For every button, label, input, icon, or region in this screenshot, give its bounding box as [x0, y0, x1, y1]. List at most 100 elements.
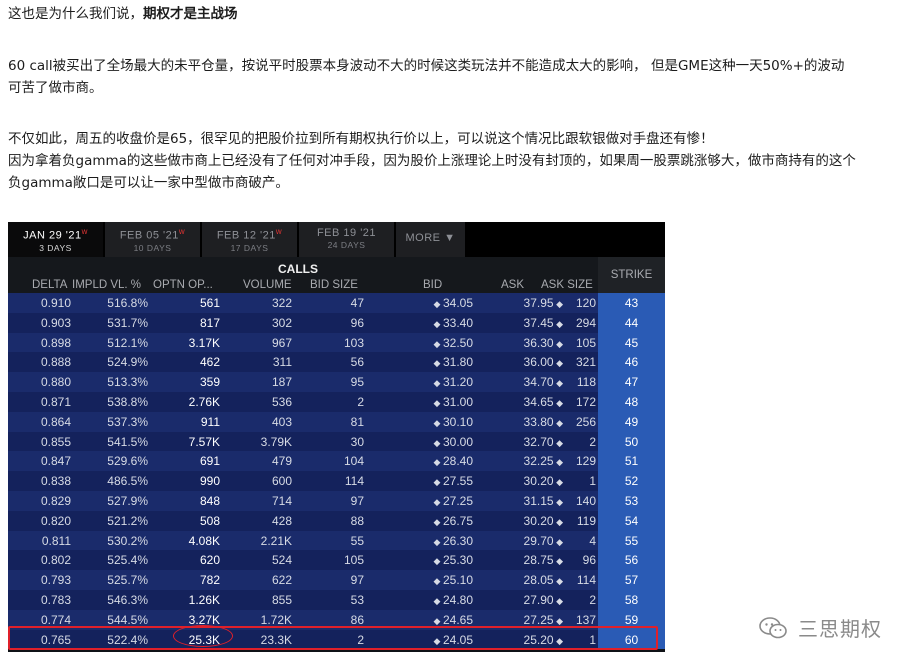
- cell-impl-vol: 516.8%: [107, 296, 148, 310]
- table-row[interactable]: 0.829 527.9% 848 714 97 ◆ 27.25 31.15 ◆ 140 53: [8, 491, 665, 511]
- cell-strike: 48: [598, 392, 665, 412]
- header-strike[interactable]: STRIKE: [598, 269, 665, 281]
- bid-diamond-icon: ◆: [433, 318, 443, 329]
- header-bid-size[interactable]: BID SIZE: [310, 279, 358, 291]
- header-bid[interactable]: BID: [423, 279, 442, 291]
- cell-volume: 855: [271, 593, 292, 607]
- cell-bid: ◆ 27.55: [388, 474, 473, 488]
- table-row[interactable]: 0.888 524.9% 462 311 56 ◆ 31.80 36.00 ◆ 321 46: [8, 352, 665, 373]
- tab-days: 10 DAYS: [133, 242, 172, 253]
- cell-bid: ◆ 31.80: [388, 355, 473, 369]
- table-row[interactable]: 0.838 486.5% 990 600 114 ◆ 27.55 30.20 ◆ 1 52: [8, 471, 665, 491]
- tab-jan-29[interactable]: JAN 29 '21w 3 DAYS: [8, 222, 104, 257]
- cell-open-interest: 1.26K: [188, 593, 220, 607]
- cell-bid: ◆ 27.25: [388, 494, 473, 508]
- cell-ask-size: 2: [589, 434, 596, 449]
- cell-volume: 3.79K: [260, 434, 292, 449]
- cell-delta: 0.838: [40, 474, 71, 489]
- bid-value: 32.50: [442, 335, 473, 350]
- cell-open-interest: 508: [199, 513, 220, 528]
- cell-bid-size: 105: [343, 553, 364, 568]
- cell-delta: 0.898: [40, 335, 71, 350]
- cell-volume: 311: [272, 355, 292, 370]
- bid-value: 27.25: [442, 494, 473, 508]
- table-row[interactable]: 0.783 546.3% 1.26K 855 53 ◆ 24.80 27.90 ◆ 2 58: [8, 590, 665, 610]
- cell-bid: ◆ 32.50: [388, 336, 473, 350]
- tab-feb-05[interactable]: FEB 05 '21w 10 DAYS: [105, 222, 201, 257]
- cell-delta: 0.910: [40, 296, 71, 310]
- table-header: CALLS DELTA IMPLD VL. % OPTN OP... VOLUM…: [8, 257, 665, 293]
- cell-bid: ◆ 25.10: [388, 573, 473, 587]
- cell-ask-size: 129: [575, 454, 596, 469]
- bid-diamond-icon: ◆: [433, 437, 443, 448]
- bid-value: 28.40: [442, 454, 473, 469]
- cell-impl-vol: 537.3%: [107, 414, 148, 429]
- tab-feb-12[interactable]: FEB 12 '21w 17 DAYS: [202, 222, 298, 257]
- cell-impl-vol: 541.5%: [107, 434, 148, 449]
- cell-strike: 46: [598, 352, 665, 373]
- table-row[interactable]: 0.820 521.2% 508 428 88 ◆ 26.75 30.20 ◆ 119 54: [8, 510, 665, 531]
- cell-impl-vol: 531.7%: [107, 315, 148, 330]
- cell-volume: 302: [271, 315, 292, 330]
- cell-impl-vol: 512.1%: [107, 335, 148, 350]
- tab-date: JAN 29 '21: [23, 229, 82, 242]
- highlight-circle-open-interest: [173, 625, 233, 647]
- cell-bid-size: 97: [350, 494, 364, 508]
- cell-volume: 714: [271, 494, 292, 508]
- cell-bid-size: 47: [350, 296, 364, 310]
- cell-volume: 2.21K: [260, 533, 292, 548]
- table-row[interactable]: 0.903 531.7% 817 302 96 ◆ 33.40 37.45 ◆ 294 44: [8, 312, 665, 333]
- table-row[interactable]: 0.910 516.8% 561 322 47 ◆ 34.05 37.95 ◆ 120 43: [8, 293, 665, 313]
- bid-value: 30.00: [442, 434, 473, 449]
- cell-open-interest: 462: [199, 355, 220, 370]
- cell-ask-size: 256: [575, 414, 596, 429]
- cell-volume: 622: [271, 573, 292, 588]
- cell-volume: 536: [271, 395, 292, 409]
- paragraph-line: 60 call被买出了全场最大的未平仓量，按说平时股票本身波动不大的时候这类玩法…: [8, 58, 845, 74]
- cell-volume: 479: [271, 454, 292, 469]
- table-row[interactable]: 0.847 529.6% 691 479 104 ◆ 28.40 32.25 ◆ 129 51: [8, 451, 665, 472]
- table-row[interactable]: 0.793 525.7% 782 622 97 ◆ 25.10 28.05 ◆ 114 57: [8, 570, 665, 590]
- table-row[interactable]: 0.871 538.8% 2.76K 536 2 ◆ 31.00 34.65 ◆ 172 48: [8, 392, 665, 412]
- cell-open-interest: 561: [199, 296, 220, 310]
- table-row[interactable]: 0.811 530.2% 4.08K 2.21K 55 ◆ 26.30 29.70 ◆ 4 55: [8, 530, 665, 551]
- cell-impl-vol: 538.8%: [107, 395, 148, 409]
- bid-value: 31.00: [442, 395, 473, 409]
- cell-volume: 524: [271, 553, 292, 568]
- bid-diamond-icon: ◆: [433, 576, 443, 587]
- expiry-tabs: JAN 29 '21w 3 DAYS FEB 05 '21w 10 DAYS F…: [8, 222, 665, 257]
- cell-impl-vol: 525.4%: [107, 553, 148, 568]
- table-row[interactable]: 0.802 525.4% 620 524 105 ◆ 25.30 28.75 ◆ 96 56: [8, 550, 665, 571]
- cell-bid: ◆ 34.05: [388, 296, 473, 310]
- header-ask-size[interactable]: ASK SIZE: [541, 279, 593, 291]
- cell-delta: 0.829: [40, 494, 71, 508]
- cell-delta: 0.880: [40, 375, 71, 390]
- header-impl-vol[interactable]: IMPLD VL. %: [72, 279, 141, 291]
- cell-impl-vol: 529.6%: [107, 454, 148, 469]
- cell-open-interest: 848: [199, 494, 220, 508]
- header-delta[interactable]: DELTA: [32, 279, 67, 291]
- wechat-icon: [759, 617, 787, 639]
- bid-value: 26.30: [442, 533, 473, 548]
- table-row[interactable]: 0.898 512.1% 3.17K 967 103 ◆ 32.50 36.30 ◆ 105 4…: [8, 332, 665, 353]
- header-volume[interactable]: VOLUME: [243, 279, 292, 291]
- table-row[interactable]: 0.864 537.3% 911 403 81 ◆ 30.10 33.80 ◆ 256 49: [8, 411, 665, 432]
- more-dropdown-button[interactable]: MORE ▼: [396, 222, 466, 257]
- cell-impl-vol: 525.7%: [107, 573, 148, 588]
- cell-bid-size: 97: [350, 573, 364, 588]
- cell-volume: 600: [271, 474, 292, 489]
- bid-value: 34.05: [442, 296, 473, 310]
- cell-open-interest: 4.08K: [188, 533, 220, 548]
- intro-text: 这也是为什么我们说，: [8, 6, 143, 22]
- cell-bid-size: 30: [350, 434, 364, 449]
- bid-diamond-icon: ◆: [433, 358, 443, 369]
- table-row[interactable]: 0.880 513.3% 359 187 95 ◆ 31.20 34.70 ◆ 118 47: [8, 372, 665, 392]
- table-row[interactable]: 0.855 541.5% 7.57K 3.79K 30 ◆ 30.00 32.70 ◆ 2 50: [8, 431, 665, 452]
- cell-bid-size: 81: [350, 414, 364, 429]
- cell-bid: ◆ 31.00: [388, 395, 473, 409]
- header-ask[interactable]: ASK: [501, 279, 524, 291]
- cell-ask-size: 118: [576, 375, 596, 390]
- header-open-interest[interactable]: OPTN OP...: [153, 279, 213, 291]
- tab-feb-19[interactable]: FEB 19 '21 24 DAYS: [299, 222, 395, 257]
- cell-bid-size: 86: [350, 612, 364, 627]
